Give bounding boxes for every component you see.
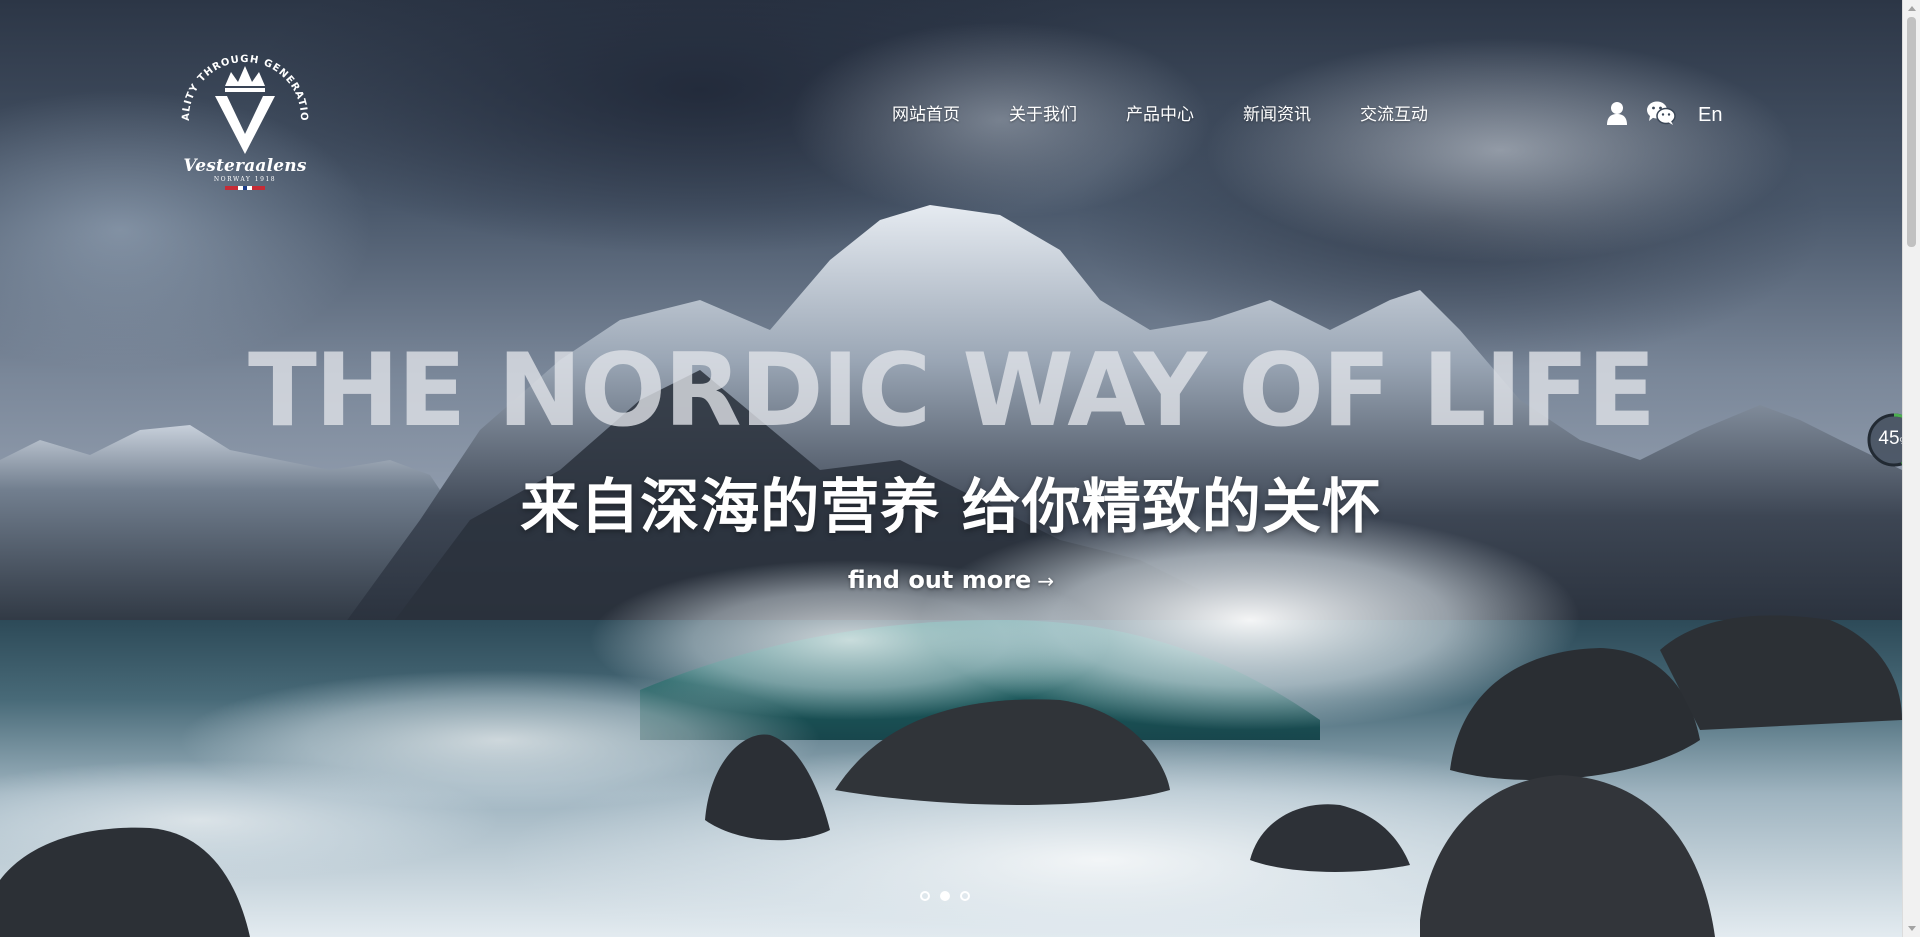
flag-stripe [225, 186, 265, 190]
v-emblem-icon [215, 96, 275, 154]
wechat-icon[interactable] [1646, 100, 1676, 131]
gauge-number: 45 [1878, 428, 1900, 449]
main-nav: 网站首页 关于我们 产品中心 新闻资讯 交流互动 [892, 103, 1428, 127]
nav-item-home[interactable]: 网站首页 [892, 103, 960, 127]
slider-dot-1[interactable] [920, 891, 930, 901]
scroll-up-icon[interactable] [1908, 6, 1916, 11]
cta-label: find out more [847, 566, 1032, 594]
nav-item-about[interactable]: 关于我们 [1009, 103, 1077, 127]
logo-brand-name: Vesteraalens [183, 156, 307, 176]
scrollbar[interactable] [1902, 0, 1920, 937]
user-icon[interactable] [1606, 101, 1628, 130]
logo-subtitle: NORWAY 1918 [213, 176, 277, 183]
nav-item-products[interactable]: 产品中心 [1126, 103, 1194, 127]
arrow-right-icon: → [1037, 569, 1055, 593]
slider-dot-2[interactable] [940, 891, 950, 901]
nav-item-interaction[interactable]: 交流互动 [1360, 103, 1428, 127]
logo[interactable]: QUALITY THROUGH GENERATIONS Vesteraalens… [175, 38, 315, 198]
nav-item-news[interactable]: 新闻资讯 [1243, 103, 1311, 127]
header-tools: En [1606, 100, 1722, 130]
find-out-more-link[interactable]: find out more → [848, 566, 1054, 594]
hero-subtitle: 来自深海的营养 给你精致的关怀 [520, 472, 1382, 541]
scrollbar-thumb[interactable] [1907, 17, 1916, 247]
crown-icon [225, 66, 265, 86]
hero-title: THE NORDIC WAY OF LIFE [247, 331, 1656, 449]
page: QUALITY THROUGH GENERATIONS Vesteraalens… [0, 0, 1920, 937]
cta-wrapper: find out more → [0, 566, 1902, 594]
slider-dot-3[interactable] [960, 891, 970, 901]
language-switch[interactable]: En [1698, 104, 1722, 127]
scroll-down-icon[interactable] [1908, 926, 1916, 931]
slider-pagination [920, 891, 970, 901]
